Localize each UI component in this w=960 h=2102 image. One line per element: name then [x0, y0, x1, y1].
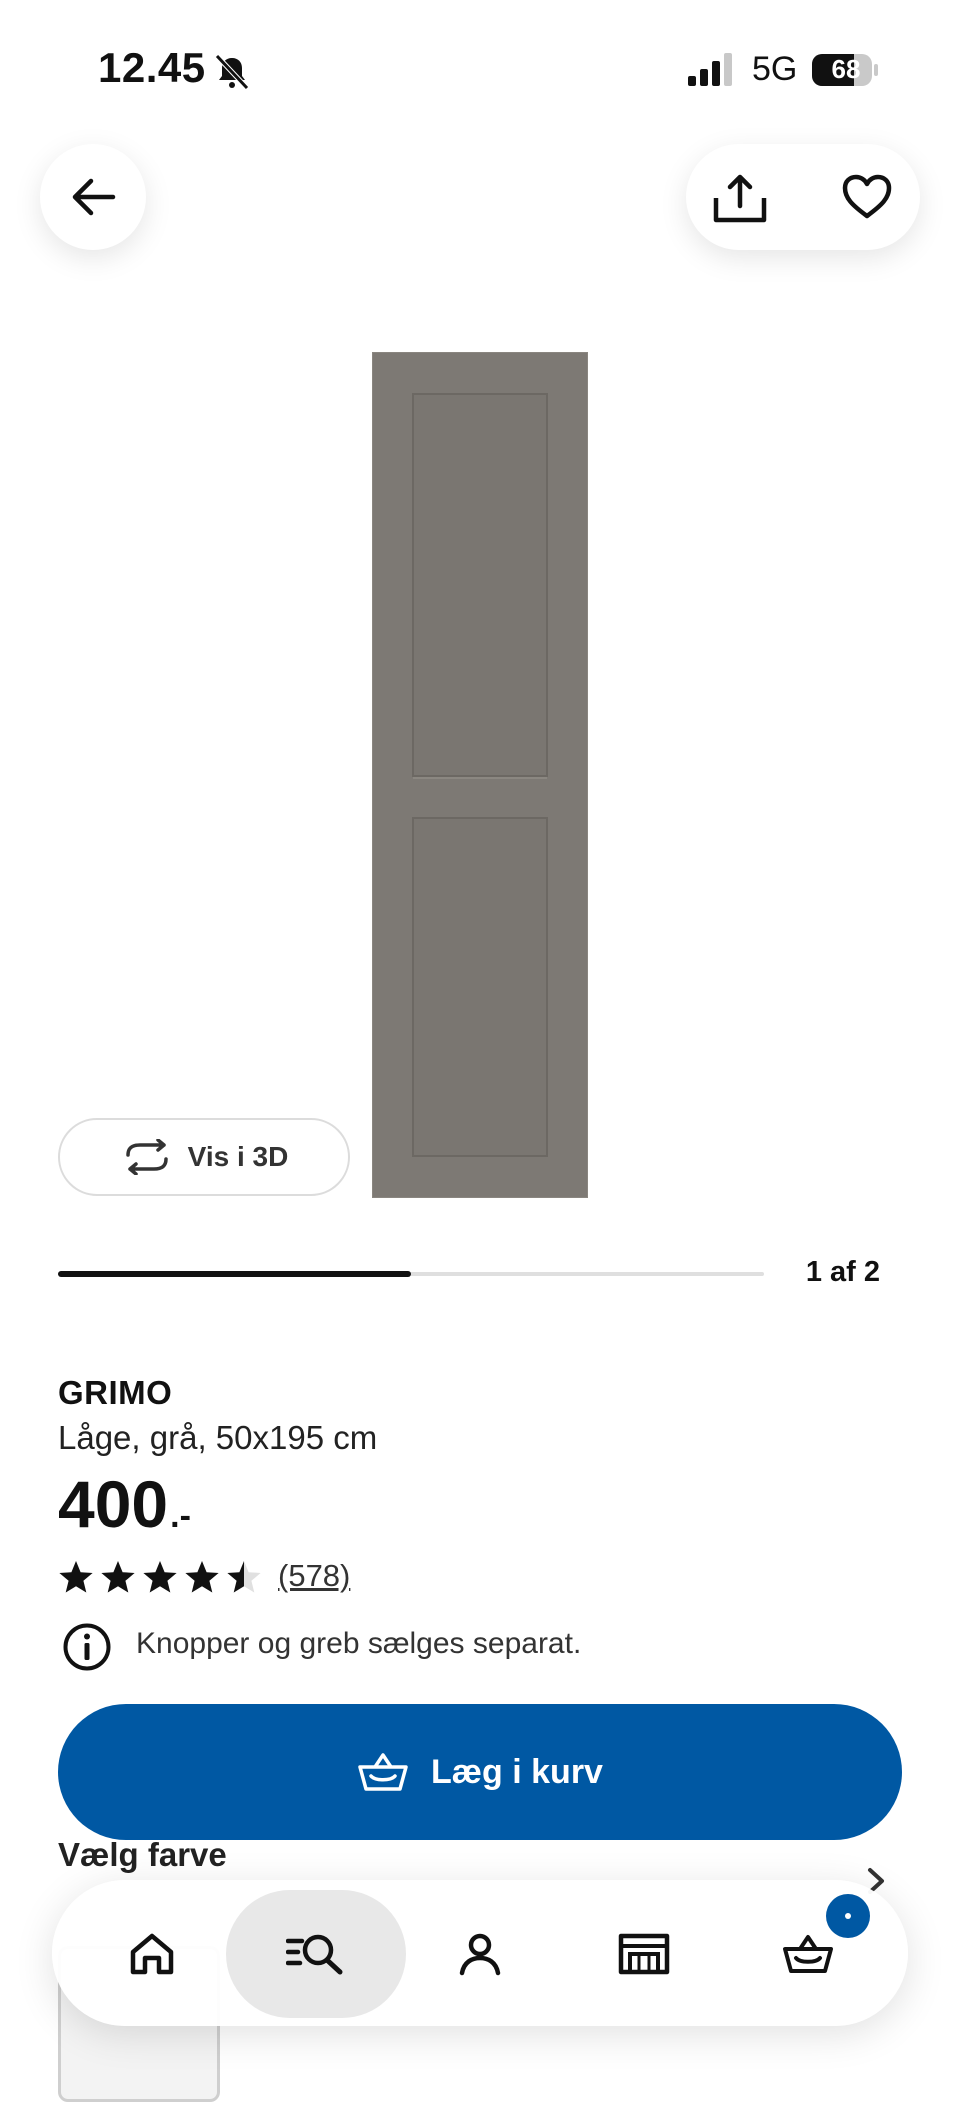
star-full-icon [185, 1561, 219, 1593]
nav-profile[interactable] [430, 1904, 530, 2004]
info-text: Knopper og greb sælges separat. [136, 1627, 582, 1660]
gallery-progress-fill [58, 1271, 411, 1277]
review-count-link[interactable]: (578) [278, 1558, 350, 1594]
nav-home[interactable] [102, 1904, 202, 2004]
heart-icon[interactable] [842, 174, 892, 220]
nav-store[interactable] [594, 1904, 694, 2004]
profile-icon [459, 1933, 501, 1976]
cart-icon [783, 1935, 833, 1973]
view-3d-label: Vis i 3D [187, 1141, 289, 1172]
status-time: 12.45 [98, 44, 206, 91]
rotate-3d-icon [125, 1139, 168, 1175]
search-icon [286, 1934, 343, 1975]
product-brand: GRIMO [58, 1374, 173, 1411]
basket-icon [358, 1753, 408, 1791]
star-half-icon [227, 1561, 261, 1593]
home-icon [130, 1933, 174, 1975]
bell-slash-icon [215, 54, 249, 90]
cart-badge-dot [845, 1913, 851, 1919]
gallery-page-counter: 1 af 2 [805, 1256, 880, 1288]
price-suffix: .- [170, 1497, 191, 1535]
nav-search[interactable] [266, 1904, 366, 2004]
battery-level: 68 [831, 54, 861, 84]
store-icon [618, 1933, 670, 1975]
info-icon [63, 1623, 111, 1671]
star-full-icon [101, 1561, 135, 1593]
star-full-icon [143, 1561, 177, 1593]
choose-color-heading[interactable]: Vælg farve [58, 1836, 227, 1874]
add-to-cart-button[interactable]: Læg i kurv [58, 1704, 902, 1840]
price-value: 400 [58, 1467, 169, 1541]
back-button[interactable] [40, 144, 146, 250]
signal-icon [688, 53, 732, 86]
product-image[interactable] [372, 352, 588, 1198]
back-arrow-icon [72, 178, 116, 216]
product-description: Låge, grå, 50x195 cm [58, 1419, 378, 1456]
star-full-icon [59, 1561, 93, 1593]
network-label: 5G [752, 50, 798, 88]
view-3d-button[interactable]: Vis i 3D [58, 1118, 350, 1196]
rating-stars[interactable] [58, 1560, 262, 1594]
add-to-cart-label: Læg i kurv [431, 1752, 603, 1791]
share-icon[interactable] [712, 172, 768, 224]
product-price: 400 .- [58, 1468, 191, 1540]
